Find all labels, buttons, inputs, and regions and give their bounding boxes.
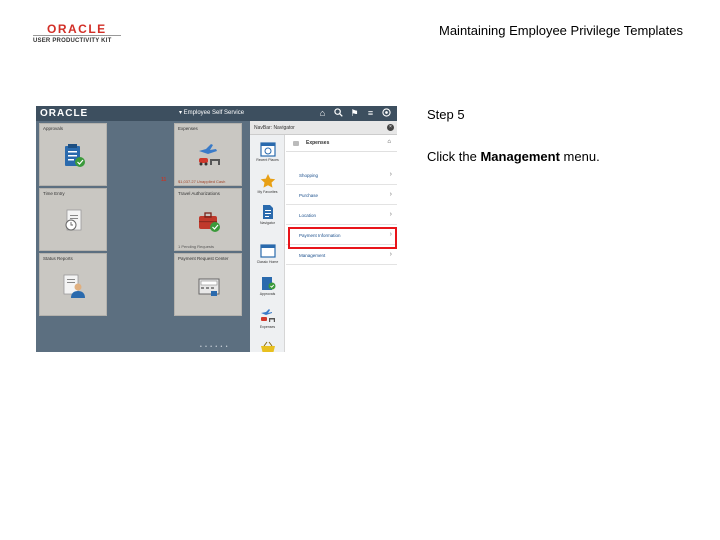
expense-summary: $1,037.27 Unapplied Cash bbox=[178, 179, 226, 184]
nav-item-label: Purchase bbox=[299, 193, 319, 198]
tile-payment-request-center[interactable]: Payment Request Center bbox=[174, 253, 242, 316]
navbar-header: NavBar: Navigator × bbox=[250, 121, 397, 135]
navbar-title: NavBar: Navigator bbox=[254, 125, 295, 131]
navbar-my-favorites[interactable]: My Favorites bbox=[250, 173, 285, 194]
logo-rule bbox=[33, 35, 121, 36]
navbar-approvals[interactable]: Approvals bbox=[250, 275, 285, 296]
app-top-bar: ORACLE ▾ Employee Self Service ⌂ ⚑ ≡ bbox=[36, 106, 397, 121]
home-icon[interactable]: ⌂ bbox=[317, 108, 328, 119]
pin-icon[interactable]: ⌂ bbox=[387, 139, 391, 145]
close-icon[interactable]: × bbox=[387, 124, 394, 131]
navbar-left-label: My Favorites bbox=[257, 190, 278, 194]
tile-title: Status Reports bbox=[43, 256, 73, 261]
tile-status-reports[interactable]: Status Reports bbox=[39, 253, 107, 316]
navbar-left-label: Expenses bbox=[259, 325, 276, 329]
flag-icon[interactable]: ⚑ bbox=[349, 108, 360, 119]
navbar-navigator[interactable]: Navigator bbox=[250, 204, 285, 225]
tile-travel-authorizations[interactable]: Travel Authorizations 1 Pending Requests bbox=[174, 188, 242, 251]
navbar-classic-home[interactable]: Classic Home bbox=[250, 243, 285, 264]
navbar-basket[interactable] bbox=[250, 340, 285, 352]
navbar-left-label: Approvals bbox=[259, 292, 276, 296]
chevron-right-icon: › bbox=[389, 171, 392, 178]
chevron-right-icon: › bbox=[389, 211, 392, 218]
management-highlight-box bbox=[288, 227, 397, 249]
instruction-suffix: menu. bbox=[559, 149, 600, 164]
nav-item-label: Location bbox=[299, 213, 317, 218]
logo-wordmark: ORACLE bbox=[47, 22, 107, 36]
expenses-icon bbox=[260, 309, 275, 322]
tile-time-entry[interactable]: Time Entry bbox=[39, 188, 107, 251]
page-indicator-dots[interactable]: • • • • • • bbox=[200, 344, 228, 350]
classic-home-icon bbox=[259, 244, 276, 258]
folder-icon bbox=[293, 141, 299, 146]
logo-subtitle: USER PRODUCTIVITY KIT bbox=[33, 38, 112, 44]
navbar-left-label: Navigator bbox=[260, 221, 275, 225]
star-icon bbox=[260, 174, 275, 188]
approvals-icon bbox=[261, 277, 275, 290]
app-logo: ORACLE bbox=[40, 108, 89, 119]
basket-icon bbox=[260, 341, 275, 352]
pending-requests: 1 Pending Requests bbox=[178, 244, 215, 249]
nav-item-purchase[interactable]: Purchase › bbox=[286, 185, 397, 205]
document-title: Maintaining Employee Privilege Templates bbox=[439, 23, 683, 38]
clipboard-check-icon bbox=[65, 144, 85, 167]
navbar-left-label: Classic Home bbox=[256, 260, 279, 264]
search-icon[interactable] bbox=[333, 108, 344, 119]
instruction-target: Management bbox=[480, 149, 560, 164]
tile-title: Time Entry bbox=[43, 191, 65, 196]
nav-item-label: Management bbox=[299, 253, 326, 258]
chevron-right-icon: › bbox=[389, 191, 392, 198]
expenses-icon bbox=[199, 144, 220, 166]
register-icon bbox=[198, 278, 220, 296]
clock-document-icon bbox=[65, 209, 82, 231]
navbar-recent-places[interactable]: Recent Places bbox=[250, 141, 285, 162]
tile-title: Expenses bbox=[178, 126, 198, 131]
instruction-prefix: Click the bbox=[427, 149, 481, 164]
breadcrumb-label: Expenses bbox=[306, 140, 330, 146]
tile-approvals[interactable]: Approvals bbox=[39, 123, 107, 186]
step-label: Step 5 bbox=[427, 107, 465, 122]
navigator-icon bbox=[262, 205, 273, 219]
menu-icon[interactable]: ≡ bbox=[365, 108, 376, 119]
homepage-selector[interactable]: ▾ Employee Self Service bbox=[179, 109, 244, 116]
briefcase-check-icon bbox=[199, 212, 220, 232]
step-instruction: Click the Management menu. bbox=[427, 149, 600, 164]
oracle-upk-logo: ORACLE USER PRODUCTIVITY KIT bbox=[33, 22, 125, 48]
expense-count: 11 bbox=[161, 177, 167, 183]
nav-item-location[interactable]: Location › bbox=[286, 205, 397, 225]
navbar-icon[interactable] bbox=[381, 108, 392, 119]
nav-item-label: Shopping bbox=[299, 173, 319, 178]
navbar-left-column: Recent Places My Favorites Navigator Cla… bbox=[250, 135, 285, 352]
navbar-left-label: Recent Places bbox=[256, 158, 279, 162]
navigator-breadcrumb[interactable]: Expenses ⌂ bbox=[286, 135, 397, 152]
nav-item-shopping[interactable]: Shopping › bbox=[286, 165, 397, 185]
tile-expenses[interactable]: Expenses 11 $1,037.27 Unapplied Cash bbox=[161, 123, 242, 186]
chevron-right-icon: › bbox=[389, 251, 392, 258]
tile-title: Payment Request Center bbox=[178, 256, 229, 261]
tile-title: Approvals bbox=[43, 126, 64, 131]
tile-title: Travel Authorizations bbox=[178, 191, 220, 196]
recent-places-icon bbox=[259, 142, 276, 157]
person-report-icon bbox=[63, 274, 85, 298]
navbar-expenses[interactable]: Expenses bbox=[250, 308, 285, 329]
